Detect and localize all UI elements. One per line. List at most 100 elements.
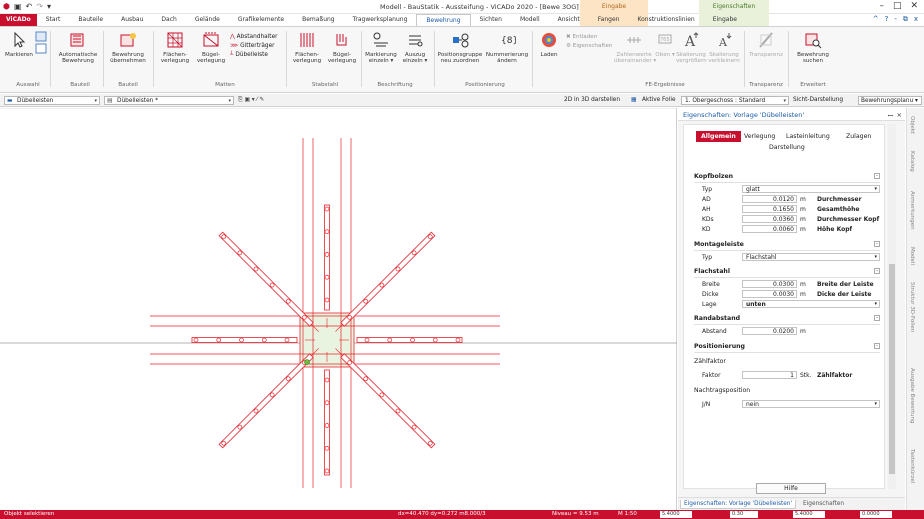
dowel-strip[interactable]	[356, 337, 463, 343]
markieren-button[interactable]: Markieren	[5, 31, 33, 58]
collapse-icon[interactable]: –	[874, 315, 880, 321]
customize-qa-icon[interactable]: ▾	[47, 2, 51, 11]
tab-tragwerksplanung[interactable]: Tragwerksplanung	[344, 14, 417, 26]
dock-tab[interactable]: Anmerkungen	[909, 191, 915, 230]
app-logo-icon[interactable]: ⬢	[3, 2, 10, 11]
tab-modell[interactable]: Modell	[511, 14, 549, 26]
dowel-strip[interactable]	[324, 369, 330, 476]
tab-zulagen[interactable]: Zulagen	[846, 133, 871, 140]
collapse-icon[interactable]: –	[874, 343, 880, 349]
bewehrung-uebernehmen-button[interactable]: Bewehrung übernehmen	[106, 31, 150, 65]
dock-tab[interactable]: Objekt	[909, 116, 915, 134]
save-icon[interactable]: ▣	[14, 2, 22, 11]
dowel-strip[interactable]	[218, 353, 314, 449]
status-field-3[interactable]: 5.4000	[793, 511, 825, 518]
close-button[interactable]: ✕	[910, 1, 918, 11]
tab-allgemein[interactable]: Allgemein	[696, 131, 741, 142]
kds-input[interactable]: 0.0360	[742, 215, 797, 223]
fe-eigenschaften-button[interactable]: ⚙ Eigenschaften	[566, 42, 612, 51]
undo-icon[interactable]: ↶	[26, 2, 33, 11]
status-field-2[interactable]: 0.30	[730, 511, 758, 518]
tab-bauteile[interactable]: Bauteile	[69, 14, 112, 26]
view-display-combo[interactable]: Bewehrungsplanu ▾	[858, 96, 922, 105]
auszug-einzeln-button[interactable]: Auszug einzeln ▾	[400, 31, 430, 65]
drawing-canvas[interactable]	[0, 107, 677, 510]
zahlenwerte-button[interactable]: Zahlenwerte überainander ▾	[614, 31, 656, 65]
tab-eigenschaften[interactable]: Eigenschaften	[800, 500, 847, 508]
scrollbar-thumb[interactable]	[889, 264, 895, 474]
2d-in-3d-toggle[interactable]: 2D in 3D darstellen	[564, 97, 620, 103]
abstand-input[interactable]: 0.0200	[742, 327, 797, 335]
tab-eigenschaften-vorlage[interactable]: Eigenschaften: Vorlage 'Dübelleisten'	[680, 500, 797, 509]
ad-input[interactable]: 0.0120	[742, 195, 797, 203]
help-button[interactable]: Hilfe	[756, 483, 826, 494]
auto-bewehrung-button[interactable]: Automatische Bewehrung	[56, 31, 100, 65]
dock-tab[interactable]: Ausgabe Bewertung	[909, 368, 915, 424]
tab-ansicht[interactable]: Ansicht	[549, 14, 589, 26]
collapse-icon[interactable]: –	[874, 241, 880, 247]
dowel-strip[interactable]	[340, 231, 436, 327]
montage-typ-select[interactable]: Flachstahl ▾	[742, 253, 880, 261]
breite-input[interactable]: 0.0300	[742, 280, 797, 288]
minimize-button[interactable]: –	[879, 1, 884, 11]
faktor-input[interactable]: 1	[742, 371, 797, 379]
template-tools-icons[interactable]: ⎘ ▣ ▾ ⁄ ✎	[238, 97, 264, 104]
help-icon[interactable]: ?	[885, 15, 889, 24]
dowel-strip[interactable]	[218, 231, 314, 327]
abstandhalter-button[interactable]: ⋀ Abstandhalter	[230, 33, 278, 42]
close-doc-icon[interactable]: x	[914, 15, 918, 24]
aktive-folie-label[interactable]: Aktive Folie	[642, 97, 676, 103]
entladen-button[interactable]: ✖ Entladen	[566, 33, 612, 42]
tab-sichten[interactable]: Sichten	[471, 14, 511, 26]
status-field-1[interactable]: 5.4000	[660, 511, 692, 518]
tab-eingabe[interactable]: Eingabe	[704, 14, 746, 26]
buegelverlegung-matten-button[interactable]: Bügel- verlegung	[194, 31, 228, 65]
pin-icon[interactable]: ꟷ	[888, 111, 893, 120]
positionsgruppe-button[interactable]: Positionsgruppe neu zuordnen	[437, 31, 483, 65]
dowel-strip[interactable]	[324, 204, 330, 311]
select-mode-icons[interactable]	[35, 31, 47, 55]
oben-button[interactable]: 765 Oben ▾	[655, 31, 675, 58]
tab-konstruktionslinien[interactable]: Konstruktionslinien	[628, 14, 703, 26]
ah-input[interactable]: 0.1650	[742, 205, 797, 213]
collapse-icon[interactable]: –	[874, 268, 880, 274]
flaechenverlegung-stab-button[interactable]: Flächen- verlegung	[290, 31, 324, 65]
dock-tab[interactable]: Struktur 3D-Folien	[909, 282, 915, 332]
tab-fangen[interactable]: Fangen	[589, 14, 629, 26]
restore-doc-icon[interactable]: ⧉	[903, 15, 908, 24]
collapse-ribbon-icon[interactable]: ^	[873, 15, 879, 24]
section-flachstahl[interactable]: Flachstahl –	[694, 268, 880, 275]
section-randabstand[interactable]: Randabstand –	[694, 315, 880, 322]
jn-select[interactable]: nein ▾	[742, 400, 880, 408]
dowel-strip[interactable]	[340, 353, 436, 449]
transparenz-button[interactable]: Transparenz	[748, 31, 784, 58]
section-montageleiste[interactable]: Montageleiste –	[694, 241, 880, 248]
close-icon[interactable]: ×	[897, 111, 902, 119]
punching-shear-drawing[interactable]	[0, 107, 677, 510]
tab-bemaßung[interactable]: Bemaßung	[293, 14, 344, 26]
buegelverlegung-stab-button[interactable]: Bügel- verlegung	[326, 31, 358, 65]
flaechenverlegung-matten-button[interactable]: Flächen- verlegung	[158, 31, 192, 65]
gittertraeger-button[interactable]: ⋙ Gitterträger	[230, 42, 278, 51]
tab-gelände[interactable]: Gelände	[186, 14, 229, 26]
section-kopfbolzen[interactable]: Kopfbolzen –	[694, 173, 880, 180]
section-positionierung[interactable]: Positionierung –	[694, 343, 880, 350]
dock-tab[interactable]: Tastenkürzel	[909, 449, 915, 483]
minimize-doc-icon[interactable]: -	[894, 15, 897, 24]
tab-ausbau[interactable]: Ausbau	[112, 14, 152, 26]
bewehrung-suchen-button[interactable]: Bewehrung suchen	[793, 31, 833, 65]
dowel-strip[interactable]	[191, 337, 298, 343]
skalierung-verkleinern-button[interactable]: A Skalierung verkleinern	[708, 31, 740, 65]
tab-bewehrung[interactable]: Bewehrung	[416, 14, 471, 26]
redo-icon[interactable]: ↷	[36, 2, 43, 11]
lage-select[interactable]: unten ▾	[742, 300, 880, 308]
storey-combo[interactable]: 1. Obergeschoss : Standard ▾	[681, 96, 789, 105]
laden-button[interactable]: Laden	[536, 31, 562, 58]
layer-combo[interactable]: ▬ Dübelleisten ▾	[4, 96, 100, 105]
tab-start[interactable]: Start	[37, 14, 70, 26]
collapse-icon[interactable]: –	[874, 173, 880, 179]
template-combo[interactable]: ▤ Dübelleisten * ▾	[104, 96, 234, 105]
duebelleiste-button[interactable]: ┴ Dübelleiste	[230, 51, 278, 60]
panel-scrollbar[interactable]	[888, 124, 896, 489]
tab-vicado[interactable]: ViCADo	[0, 14, 37, 26]
